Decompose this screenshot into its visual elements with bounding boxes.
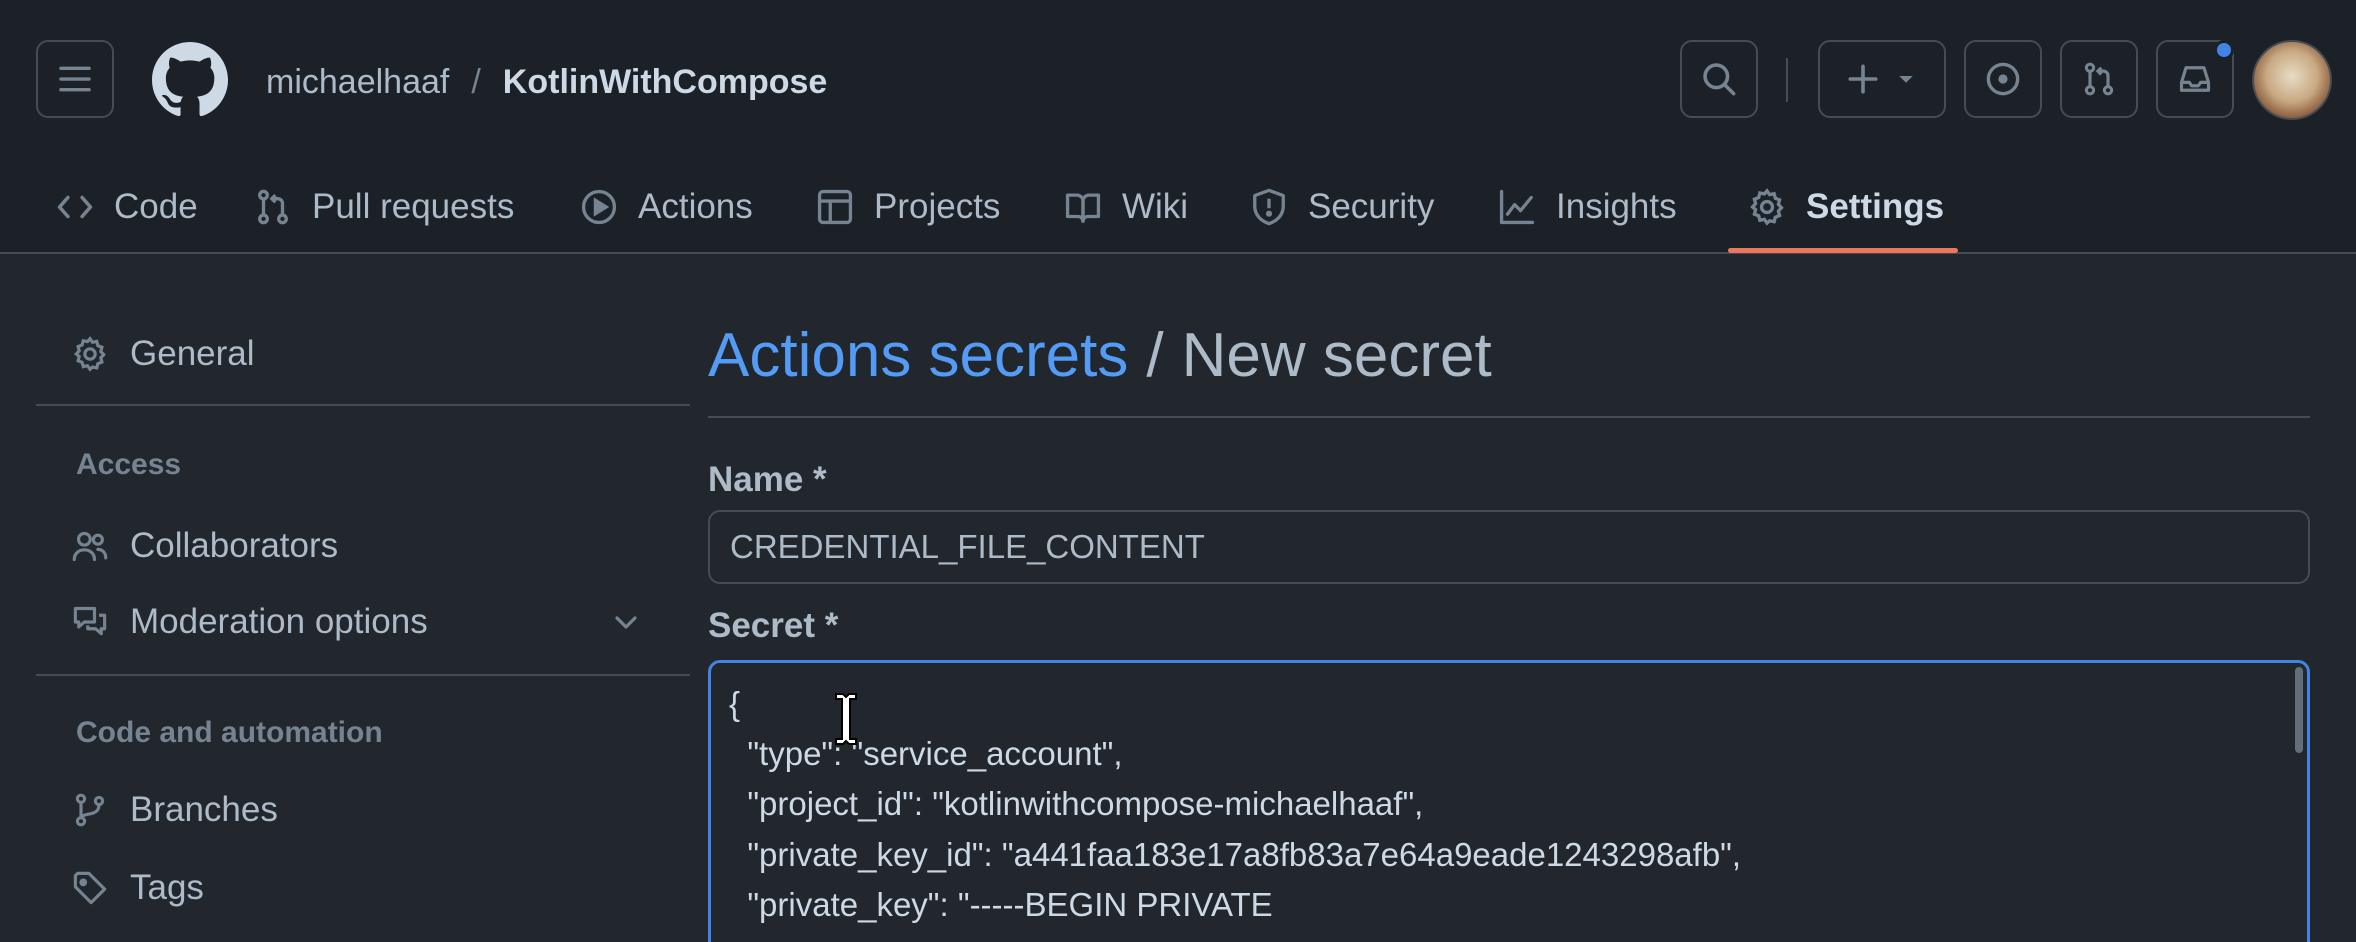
path-separator: / (471, 62, 481, 101)
code-icon (57, 195, 93, 219)
menu-button[interactable] (36, 40, 114, 118)
secret-line: "private_key_id": "a441faa183e17a8fb83a7… (729, 836, 1742, 873)
create-new-button[interactable] (1818, 40, 1946, 118)
secret-line: { (729, 685, 741, 722)
secret-name-input[interactable] (708, 510, 2310, 584)
title-divider (708, 416, 2310, 418)
notification-indicator (2214, 40, 2234, 60)
tab-settings[interactable]: Settings (1748, 160, 1944, 254)
sidebar-item-tags[interactable]: Tags (72, 858, 204, 918)
table-icon (817, 189, 853, 225)
issue-circle-icon (1986, 62, 2020, 96)
app-header: michaelhaaf / KotlinWithCompose Code Pul… (0, 0, 2356, 254)
sidebar-item-label: Tags (130, 868, 204, 907)
github-logo-icon[interactable] (152, 42, 228, 118)
sidebar-item-label: General (130, 334, 255, 373)
triangle-down-icon (1899, 76, 1913, 83)
tab-security[interactable]: Security (1250, 160, 1434, 254)
tab-label: Settings (1806, 187, 1945, 226)
repo-nav-tabs: Code Pull requests Actions Projects Wiki… (0, 160, 2356, 254)
sidebar-item-moderation[interactable]: Moderation options (72, 592, 682, 652)
sidebar-divider (36, 404, 690, 406)
search-icon (1703, 63, 1736, 96)
page-title-current: New secret (1181, 321, 1492, 390)
tab-projects[interactable]: Projects (816, 160, 1000, 254)
secret-label: Secret * (708, 606, 839, 645)
tab-label: Code (114, 187, 198, 226)
pull-requests-button[interactable] (2060, 40, 2138, 118)
tab-label: Wiki (1122, 187, 1189, 226)
inbox-icon (2179, 66, 2211, 92)
repo-name-link[interactable]: KotlinWithCompose (503, 63, 828, 102)
tab-wiki[interactable]: Wiki (1064, 160, 1188, 254)
secret-line: "private_key": "-----BEGIN PRIVATE (729, 886, 1273, 923)
chevron-down-icon[interactable] (610, 606, 642, 638)
tab-insights[interactable]: Insights (1498, 160, 1677, 254)
sidebar-heading-access: Access (76, 448, 182, 481)
active-tab-indicator (1728, 248, 1958, 253)
gear-icon (73, 336, 106, 372)
settings-sidebar: General Access Collaborators Moderation … (36, 254, 690, 942)
tab-label: Insights (1556, 187, 1677, 226)
page-title: Actions secrets / New secret (708, 320, 1492, 391)
sidebar-item-label: Branches (130, 790, 278, 829)
git-pull-request-icon (258, 189, 288, 225)
play-icon (581, 189, 617, 225)
tag-icon (73, 871, 107, 905)
search-button[interactable] (1680, 40, 1758, 118)
tab-label: Security (1308, 187, 1435, 226)
header-separator (1786, 58, 1788, 102)
sidebar-item-branches[interactable]: Branches (72, 780, 278, 840)
tab-pull-requests[interactable]: Pull requests (254, 160, 514, 254)
tab-label: Actions (638, 187, 753, 226)
people-icon (72, 531, 108, 562)
sidebar-item-label: Moderation options (130, 602, 428, 641)
shield-icon (1253, 188, 1285, 226)
graph-icon (1499, 189, 1535, 225)
gear-icon (1750, 188, 1784, 226)
secret-value-textarea[interactable]: { "type": "service_account", "project_id… (708, 660, 2310, 942)
sidebar-item-general[interactable]: General (72, 324, 255, 384)
text-cursor-icon (835, 693, 857, 745)
plus-icon (1848, 64, 1878, 94)
top-bar: michaelhaaf / KotlinWithCompose (0, 0, 2356, 160)
main-content: Actions secrets /New secret Name * Secret… (708, 254, 2310, 942)
breadcrumb-separator: / (1146, 321, 1164, 390)
name-label: Name * (708, 460, 827, 499)
git-pull-request-icon (2084, 62, 2114, 96)
actions-secrets-link[interactable]: Actions secrets (708, 321, 1128, 390)
hamburger-icon (59, 66, 91, 92)
tab-code[interactable]: Code (56, 160, 198, 254)
tab-label: Pull requests (312, 187, 515, 226)
sidebar-item-label: Collaborators (130, 526, 339, 565)
issues-button[interactable] (1964, 40, 2042, 118)
sidebar-heading-code-automation: Code and automation (76, 716, 383, 749)
textarea-scrollbar[interactable] (2295, 667, 2303, 753)
sidebar-item-collaborators[interactable]: Collaborators (72, 516, 338, 576)
sidebar-divider (36, 674, 690, 676)
secret-line: "project_id": "kotlinwithcompose-michael… (729, 785, 1424, 822)
tab-actions[interactable]: Actions (580, 160, 753, 254)
comment-discussion-icon (73, 606, 107, 636)
tab-label: Projects (874, 187, 1001, 226)
user-avatar[interactable] (2252, 40, 2332, 120)
book-icon (1065, 193, 1101, 223)
git-branch-icon (75, 793, 105, 827)
secret-line: "type": "service_account", (729, 735, 1123, 772)
repo-breadcrumb: michaelhaaf / KotlinWithCompose (266, 58, 827, 106)
repo-owner-link[interactable]: michaelhaaf (266, 63, 449, 102)
